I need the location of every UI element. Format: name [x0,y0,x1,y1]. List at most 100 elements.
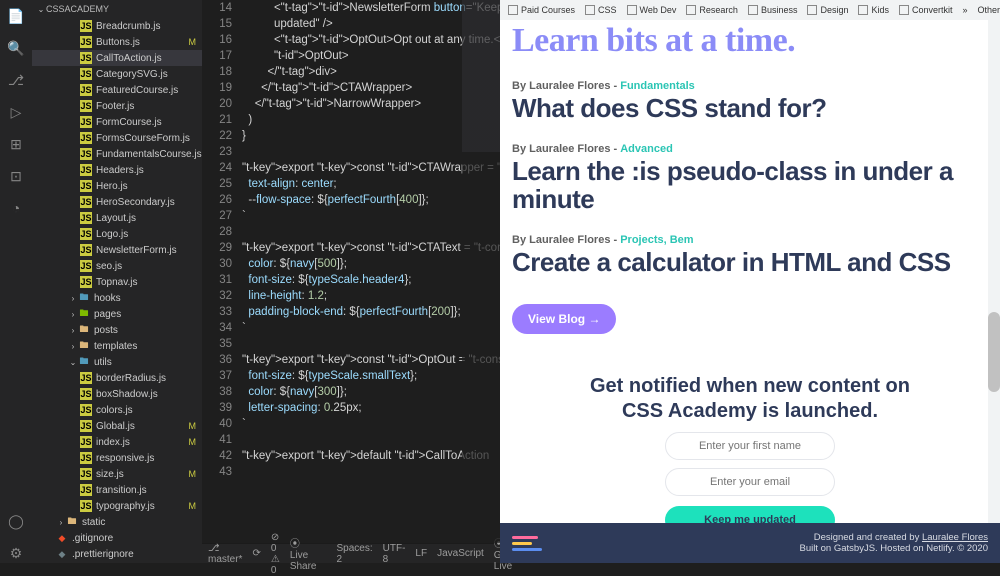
status-bar: ⎇ master* ⟳ ⊘ 0 ⚠ 0 ⦿ Live Share Spaces:… [202,543,500,563]
file-Global-js[interactable]: JSGlobal.jsM [32,418,202,434]
branch-indicator[interactable]: ⎇ master* [208,543,242,565]
file-Buttons-js[interactable]: JSButtons.jsM [32,34,202,50]
file-Breadcrumb-js[interactable]: JSBreadcrumb.js [32,18,202,34]
remote-icon[interactable]: ⊡ [6,166,26,186]
spaces[interactable]: Spaces: 2 [337,543,373,565]
eol[interactable]: LF [415,548,427,559]
file-pages[interactable]: ›🖿pages [32,306,202,322]
file-posts[interactable]: ›🖿posts [32,322,202,338]
file-borderRadius-js[interactable]: JSborderRadius.js [32,370,202,386]
author-link[interactable]: Lauralee Flores [922,532,988,543]
file-icon: JS [80,164,92,176]
keep-updated-button[interactable]: Keep me updated [665,506,835,523]
search-icon[interactable]: 🔍 [6,38,26,58]
file-CallToAction-js[interactable]: JSCallToAction.js [32,50,202,66]
bookmark-web-dev[interactable]: Web Dev [623,5,681,15]
file-label: Layout.js [96,213,136,224]
minimap[interactable] [462,0,500,543]
file-boxShadow-js[interactable]: JSboxShadow.js [32,386,202,402]
browser-preview: Paid CoursesCSSWeb DevResearchBusinessDe… [500,0,1000,563]
file-label: Breadcrumb.js [96,21,160,32]
file-transition-js[interactable]: JStransition.js [32,482,202,498]
view-blog-button[interactable]: View Blog → [512,304,616,334]
file-size-js[interactable]: JSsize.jsM [32,466,202,482]
file-label: borderRadius.js [96,373,166,384]
file-utils[interactable]: ⌄🖿utils [32,354,202,370]
file-index-js[interactable]: JSindex.jsM [32,434,202,450]
file-FormsCourseForm-js[interactable]: JSFormsCourseForm.js [32,130,202,146]
file-icon: JS [80,196,92,208]
mail-icon[interactable]: ◔ [6,198,26,218]
file-icon: JS [80,116,92,128]
file-NewsletterForm-js[interactable]: JSNewsletterForm.js [32,242,202,258]
sidebar-project-header[interactable]: ⌄ CSSACADEMY [32,0,202,18]
footer-logo[interactable] [512,536,542,551]
file-FundamentalsCourse-js[interactable]: JSFundamentalsCourse.js [32,146,202,162]
file-icon: 🖿 [78,324,90,336]
file-icon: ◆ [56,532,68,544]
bookmark-design[interactable]: Design [803,5,852,15]
file-icon: 🖿 [66,516,78,528]
post-title[interactable]: What does CSS stand for? [512,94,988,123]
file-Footer-js[interactable]: JSFooter.js [32,98,202,114]
browser-content: Learn bits at a time. By Lauralee Flores… [500,20,1000,523]
bookmark-paid-courses[interactable]: Paid Courses [504,5,579,15]
bookmark-other-bookmarks[interactable]: Other Bookmarks [974,5,1000,15]
post-title[interactable]: Learn the :is pseudo-class in under a mi… [512,157,988,214]
chevron-icon: › [68,310,78,319]
bookmark-business[interactable]: Business [744,5,802,15]
file-CategorySVG-js[interactable]: JSCategorySVG.js [32,66,202,82]
bookmark-css[interactable]: CSS [581,5,621,15]
file-typography-js[interactable]: JStypography.jsM [32,498,202,514]
account-icon[interactable]: ◯ [6,511,26,531]
file-label: Buttons.js [96,37,140,48]
file-templates[interactable]: ›🖿templates [32,338,202,354]
bookmark-kids[interactable]: Kids [854,5,893,15]
activity-bar: 📄 🔍 ⎇ ▷ ⊞ ⊡ ◔ ◯ ⚙ [0,0,32,563]
chevron-icon: ⌄ [68,358,78,367]
file-label: size.js [96,469,124,480]
chevron-icon: › [68,294,78,303]
blog-post[interactable]: By Lauralee Flores - Advanced Learn the :… [512,143,988,214]
scrollbar-thumb[interactable] [988,312,1000,392]
file-Layout-js[interactable]: JSLayout.js [32,210,202,226]
bookmarks-bar: Paid CoursesCSSWeb DevResearchBusinessDe… [500,0,1000,20]
scrollbar-track[interactable] [988,20,1000,523]
post-title[interactable]: Create a calculator in HTML and CSS [512,248,988,277]
file-colors-js[interactable]: JScolors.js [32,402,202,418]
file-static[interactable]: ›🖿static [32,514,202,530]
file-Topnav-js[interactable]: JSTopnav.js [32,274,202,290]
file-seo-js[interactable]: JSseo.js [32,258,202,274]
file-Headers-js[interactable]: JSHeaders.js [32,162,202,178]
file--prettierignore[interactable]: ◆ .prettierignore [32,546,202,562]
file-FormCourse-js[interactable]: JSFormCourse.js [32,114,202,130]
email-input[interactable] [665,468,835,496]
file-responsive-js[interactable]: JSresponsive.js [32,450,202,466]
file-label: FundamentalsCourse.js [96,149,202,160]
encoding[interactable]: UTF-8 [383,543,406,565]
gear-icon[interactable]: ⚙ [6,543,26,563]
first-name-input[interactable] [665,432,835,460]
file-label: .prettierignore [72,549,134,560]
scm-icon[interactable]: ⎇ [6,70,26,90]
bookmark--[interactable]: » [959,5,972,15]
file-icon: ◆ [56,548,68,560]
ext-icon[interactable]: ⊞ [6,134,26,154]
bookmark-research[interactable]: Research [682,5,742,15]
editor-pane: 1415161718192021222324252627282930313233… [202,0,500,563]
file-Hero-js[interactable]: JSHero.js [32,178,202,194]
file-Logo-js[interactable]: JSLogo.js [32,226,202,242]
sync-icon[interactable]: ⟳ [252,548,260,559]
post-byline: By Lauralee Flores - Advanced [512,143,988,155]
file-FeaturedCourse-js[interactable]: JSFeaturedCourse.js [32,82,202,98]
file--gitignore[interactable]: ◆.gitignore [32,530,202,546]
blog-post[interactable]: By Lauralee Flores - FundamentalsWhat do… [512,80,988,123]
code-area[interactable]: 1415161718192021222324252627282930313233… [202,0,500,543]
blog-post[interactable]: By Lauralee Flores - Projects, BemCreate… [512,234,988,277]
language-mode[interactable]: JavaScript [437,548,484,559]
debug-icon[interactable]: ▷ [6,102,26,122]
bookmark-convertkit[interactable]: Convertkit [895,5,957,15]
file-HeroSecondary-js[interactable]: JSHeroSecondary.js [32,194,202,210]
explorer-icon[interactable]: 📄 [6,6,26,26]
file-hooks[interactable]: ›🖿hooks [32,290,202,306]
